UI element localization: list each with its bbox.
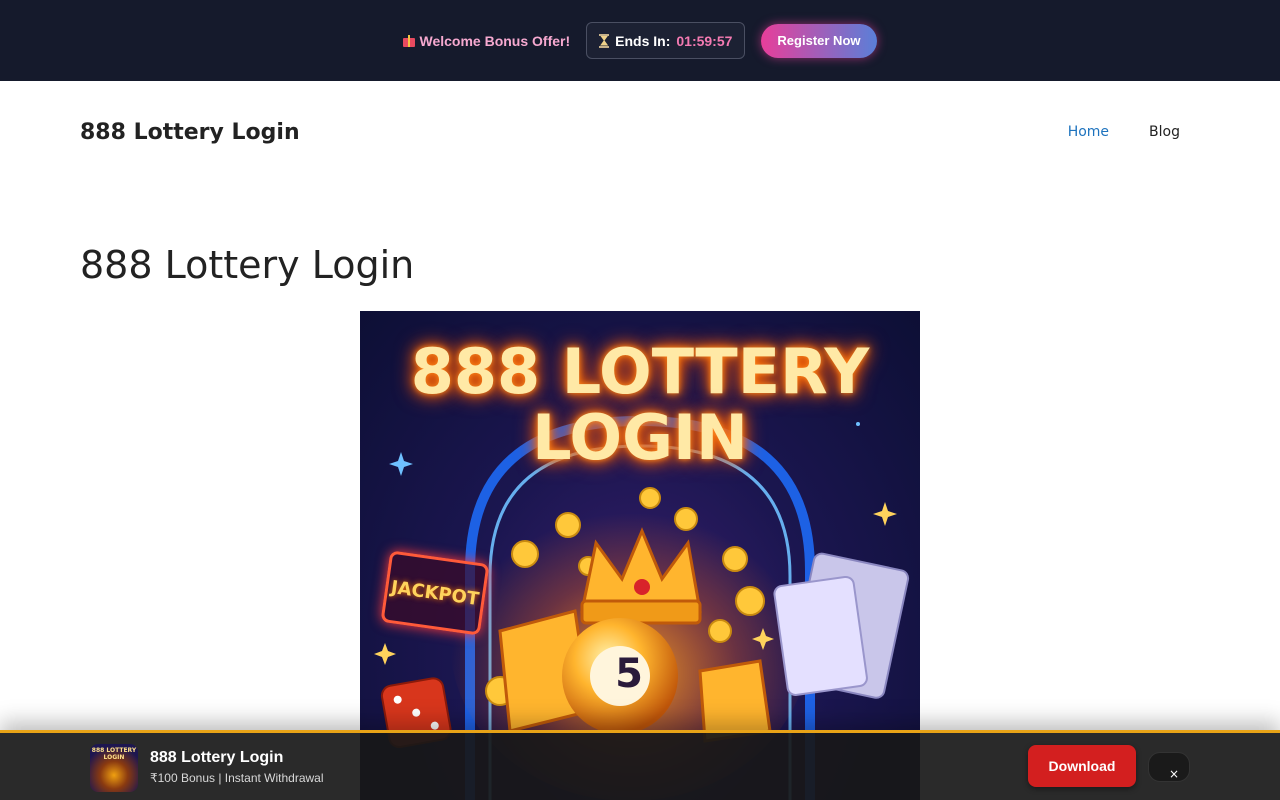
timer-label: Ends In:	[615, 32, 671, 49]
promo-offer: Welcome Bonus Offer!	[403, 33, 570, 49]
app-logo-icon: 888 LOTTERY LOGIN	[90, 744, 138, 792]
promo-bar: Welcome Bonus Offer! Ends In: 01:59:57 R…	[0, 0, 1280, 81]
nav-blog[interactable]: Blog	[1149, 124, 1180, 140]
site-title[interactable]: 888 Lottery Login	[80, 120, 300, 145]
jackpot-sign: JACKPOT	[380, 550, 490, 636]
app-logo-text: 888 LOTTERY LOGIN	[91, 747, 137, 761]
hero-image: 888 LOTTERY LOGIN JACKPOT 5	[360, 311, 920, 800]
promo-offer-text: Welcome Bonus Offer!	[419, 32, 571, 49]
app-name: 888 Lottery Login	[150, 749, 284, 766]
register-now-button[interactable]: Register Now	[761, 23, 877, 58]
app-tagline: ₹100 Bonus | Instant Withdrawal	[150, 771, 324, 785]
lottery-ball-number: 5	[615, 651, 643, 697]
app-download-banner: 888 LOTTERY LOGIN 888 Lottery Login ₹100…	[0, 730, 1280, 800]
page-title: 888 Lottery Login	[80, 243, 415, 287]
timer-value: 01:59:57	[676, 32, 733, 49]
close-banner-button[interactable]: ×	[1148, 752, 1190, 782]
hero-title-line2: LOGIN	[532, 401, 748, 474]
close-icon: ×	[1169, 767, 1180, 781]
hourglass-icon	[599, 33, 610, 48]
gift-icon	[403, 34, 416, 47]
countdown-timer: Ends In: 01:59:57	[586, 22, 746, 59]
download-button[interactable]: Download	[1028, 745, 1136, 787]
main-nav: Home Blog	[1068, 124, 1180, 140]
site-header: 888 Lottery Login Home Blog	[0, 81, 1280, 183]
hero-title-line1: 888 LOTTERY	[410, 335, 870, 408]
nav-home[interactable]: Home	[1068, 124, 1109, 140]
